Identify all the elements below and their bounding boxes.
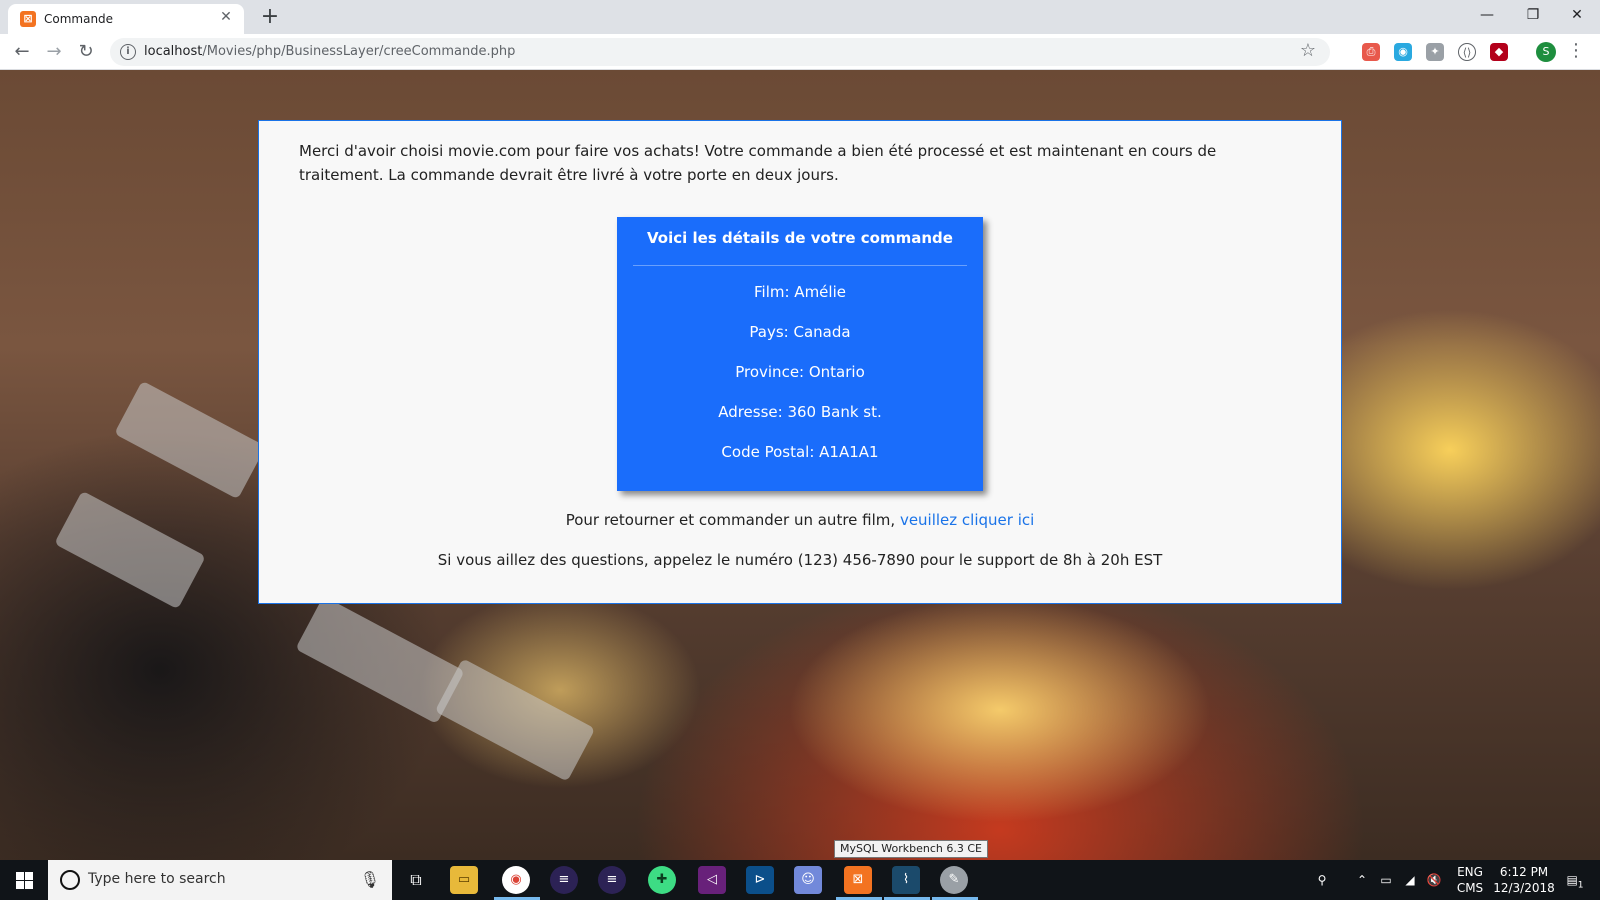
order-details-divider <box>633 265 967 266</box>
battery-icon[interactable]: ▭ <box>1376 860 1396 900</box>
visual-studio-icon[interactable]: ◁ <box>698 866 726 894</box>
clock-date: 12/3/2018 <box>1493 881 1555 895</box>
detail-province: Province: Ontario <box>735 363 865 381</box>
detail-adresse: Adresse: 360 Bank st. <box>718 403 882 421</box>
search-placeholder: Type here to search <box>88 871 226 887</box>
file-explorer-icon[interactable]: ▭ <box>450 866 478 894</box>
taskbar-tooltip: MySQL Workbench 6.3 CE <box>834 840 988 858</box>
site-info-icon[interactable]: i <box>120 44 136 60</box>
chrome-icon[interactable]: ◉ <box>502 866 530 894</box>
android-studio-icon[interactable]: ✚ <box>648 866 676 894</box>
back-icon[interactable]: ← <box>10 40 34 64</box>
browser-toolbar: ← → ↻ i localhost/Movies/php/BusinessLay… <box>0 34 1600 70</box>
intro-message: Merci d'avoir choisi movie.com pour fair… <box>299 142 1217 184</box>
xampp-favicon-icon: ⊠ <box>20 11 36 27</box>
clock-time: 6:12 PM <box>1499 865 1549 879</box>
restore-button[interactable]: ❐ <box>1510 0 1556 30</box>
window-close-button[interactable]: ✕ <box>1554 0 1600 30</box>
bookmark-star-icon[interactable]: ☆ <box>1300 40 1316 61</box>
support-message: Si vous aillez des questions, appelez le… <box>437 551 1163 569</box>
mysql-workbench-icon[interactable]: ⌇ <box>892 866 920 894</box>
action-center-icon[interactable]: ▤1 <box>1560 860 1590 900</box>
order-details-box: Voici les détails de votre commande Film… <box>617 217 983 491</box>
url-host: localhost <box>144 44 203 59</box>
tab-close-icon[interactable]: ✕ <box>218 9 234 25</box>
extension-code-icon[interactable]: ⟨⟩ <box>1458 43 1476 61</box>
discord-icon[interactable]: ☺ <box>794 866 822 894</box>
notification-count: 1 <box>1577 880 1584 891</box>
wifi-icon[interactable]: ◢ <box>1400 860 1420 900</box>
extension-eye-icon[interactable]: ◉ <box>1394 43 1412 61</box>
browser-menu-icon[interactable]: ⋮ <box>1566 40 1586 61</box>
eclipse-icon[interactable]: ≡ <box>550 866 578 894</box>
return-text: Pour retourner et commander un autre fil… <box>565 511 900 529</box>
microphone-icon[interactable]: 🎙 <box>360 870 380 889</box>
tab-strip: ⊠ Commande ✕ + — ❐ ✕ <box>0 0 1600 34</box>
windows-taskbar: Type here to search 🎙 ⧉ ▭ ◉ ≡ ≡ ✚ ◁ ⊳ ☺ … <box>0 860 1600 900</box>
new-tab-button[interactable]: + <box>258 4 282 30</box>
background-clapper-stripe <box>54 490 206 610</box>
profile-avatar[interactable]: S <box>1536 42 1556 62</box>
language-code: ENG <box>1457 865 1483 879</box>
extension-pdf-icon[interactable]: ⎙ <box>1362 43 1380 61</box>
address-bar[interactable]: i localhost/Movies/php/BusinessLayer/cre… <box>110 38 1330 66</box>
extension-puzzle-icon[interactable]: ✦ <box>1426 43 1444 61</box>
order-confirmation-card: Merci d'avoir choisi movie.com pour fair… <box>258 120 1342 604</box>
tab-title: Commande <box>44 12 114 26</box>
clock[interactable]: 6:12 PM 12/3/2018 <box>1492 864 1556 896</box>
volume-muted-icon[interactable]: 🔇 <box>1424 860 1444 900</box>
paint-app-icon[interactable]: ✎ <box>940 866 968 894</box>
reload-icon[interactable]: ↻ <box>74 40 98 64</box>
task-view-icon[interactable]: ⧉ <box>402 866 430 894</box>
taskbar-search[interactable]: Type here to search 🎙 <box>48 860 392 900</box>
return-link[interactable]: veuillez cliquer ici <box>900 511 1034 529</box>
detail-code-postal: Code Postal: A1A1A1 <box>721 443 879 461</box>
ublock-shield-icon[interactable]: ◆ <box>1490 43 1508 61</box>
people-icon[interactable]: ⚲ <box>1310 860 1334 900</box>
forward-icon[interactable]: → <box>42 40 66 64</box>
cortana-icon <box>60 870 80 890</box>
vscode-icon[interactable]: ⊳ <box>746 866 774 894</box>
background-clapper-stripe <box>434 658 596 782</box>
keyboard-layout: CMS <box>1456 881 1484 895</box>
eclipse-alt-icon[interactable]: ≡ <box>598 866 626 894</box>
tray-chevron-icon[interactable]: ⌃ <box>1352 860 1372 900</box>
detail-film: Film: Amélie <box>754 283 846 301</box>
return-message: Pour retourner et commander un autre fil… <box>259 511 1341 529</box>
tab-commande[interactable]: ⊠ Commande ✕ <box>8 4 244 34</box>
url-text[interactable]: localhost/Movies/php/BusinessLayer/creeC… <box>144 44 515 59</box>
windows-start-icon[interactable] <box>0 860 48 900</box>
url-path: /Movies/php/BusinessLayer/creeCommande.p… <box>202 44 516 59</box>
background-clapper-stripe <box>114 380 266 500</box>
xampp-icon[interactable]: ⊠ <box>844 866 872 894</box>
order-details-title: Voici les détails de votre commande <box>647 229 953 247</box>
language-indicator[interactable]: ENG CMS <box>1450 864 1490 896</box>
detail-pays: Pays: Canada <box>749 323 851 341</box>
minimize-button[interactable]: — <box>1464 0 1510 30</box>
